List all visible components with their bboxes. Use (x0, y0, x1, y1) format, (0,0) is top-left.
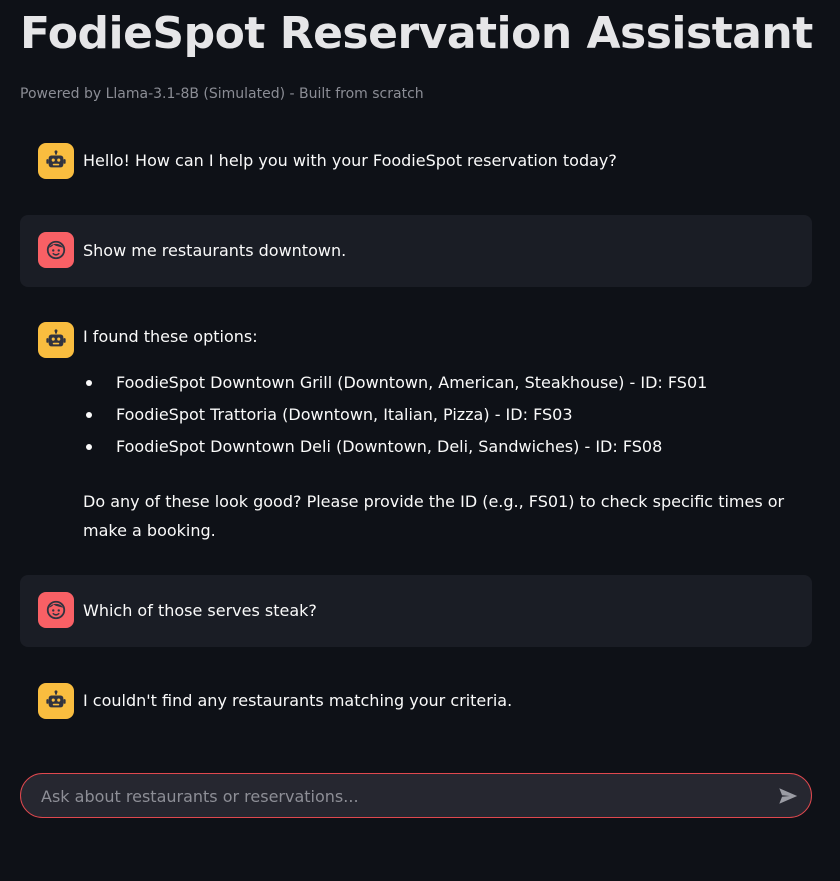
send-icon (779, 788, 798, 804)
list-item: FoodieSpot Trattoria (Downtown, Italian,… (83, 405, 707, 437)
app-page: FodieSpot Reservation Assistant Powered … (0, 0, 840, 881)
chat-input-container (20, 773, 812, 819)
bullet-icon (86, 444, 92, 450)
message-text: I couldn't find any restaurants matching… (83, 691, 513, 710)
chat-message-user: Which of those serves steak? (20, 575, 812, 647)
chat-message-user: Show me restaurants downtown. (20, 215, 812, 287)
list-item: FoodieSpot Downtown Grill (Downtown, Ame… (83, 373, 707, 405)
restaurant-options-list: FoodieSpot Downtown Grill (Downtown, Ame… (83, 373, 707, 469)
page-subtitle: Powered by Llama-3.1-8B (Simulated) - Bu… (20, 86, 424, 102)
message-text: Which of those serves steak? (83, 601, 317, 620)
bullet-icon (86, 412, 92, 418)
user-face-icon (38, 592, 74, 628)
user-face-icon (38, 232, 74, 268)
message-text: Hello! How can I help you with your Food… (83, 151, 617, 170)
message-text: I found these options: (83, 327, 258, 346)
message-followup: Do any of these look good? Please provid… (83, 492, 785, 540)
robot-icon (38, 322, 74, 358)
robot-icon (38, 143, 74, 179)
chat-message-assistant: I couldn't find any restaurants matching… (20, 681, 812, 721)
chat-input[interactable] (39, 774, 763, 819)
message-text: Show me restaurants downtown. (83, 241, 347, 260)
send-button[interactable] (775, 783, 801, 809)
bullet-icon (86, 380, 92, 386)
chat-message-assistant: Hello! How can I help you with your Food… (20, 141, 812, 181)
chat-message-assistant: I found these options: FoodieSpot Downto… (20, 317, 812, 547)
page-title: FodieSpot Reservation Assistant (20, 8, 813, 59)
list-item: FoodieSpot Downtown Deli (Downtown, Deli… (83, 437, 707, 469)
robot-icon (38, 683, 74, 719)
